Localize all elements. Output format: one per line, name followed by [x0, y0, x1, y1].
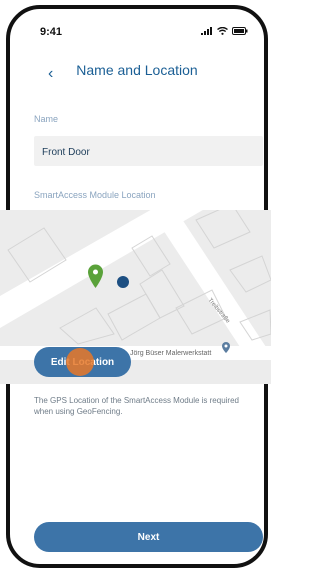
status-time: 9:41 [40, 26, 63, 38]
phone-mockup: 9:41 ‹ Name and Location Name Front Door… [0, 0, 277, 573]
wifi-icon [217, 27, 228, 35]
name-input[interactable]: Front Door [34, 136, 263, 166]
status-icons [201, 27, 248, 35]
user-location-dot-icon [117, 276, 129, 288]
touch-indicator [66, 348, 94, 376]
page-title: Name and Location [76, 62, 198, 78]
help-text: The GPS Location of the SmartAccess Modu… [34, 396, 239, 416]
module-location-label: SmartAccess Module Location [34, 190, 156, 200]
name-label: Name [34, 114, 59, 124]
status-bar: 9:41 [10, 9, 264, 49]
signal-icon [201, 27, 212, 35]
header: ‹ Name and Location [10, 59, 264, 89]
battery-icon [232, 27, 248, 35]
poi-label: Jörg Büser Malerwerkstatt [130, 350, 211, 357]
next-button[interactable]: Next [34, 522, 263, 552]
